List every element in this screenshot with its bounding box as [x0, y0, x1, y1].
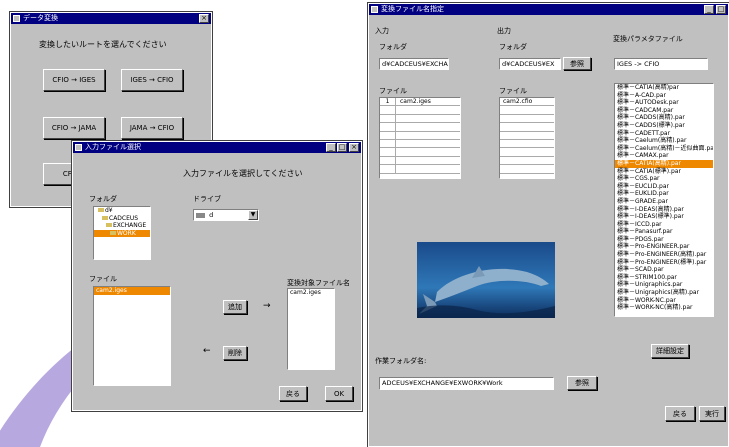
row-filename: cam2.iges — [400, 98, 431, 105]
folder-icon — [98, 208, 104, 212]
output-folder-label: フォルダ — [499, 43, 527, 51]
list-item[interactable]: cam2.iges — [288, 289, 334, 297]
minimize-button[interactable]: _ — [704, 5, 714, 14]
input-file-prompt: 入力ファイルを選択してください — [183, 169, 303, 178]
file-list[interactable]: cam2.iges — [93, 286, 171, 386]
chevron-down-icon[interactable]: ▼ — [248, 210, 258, 220]
param-list-item[interactable]: 標準－Panasurf.par — [615, 228, 713, 236]
folder-item-selected[interactable]: WORK — [94, 229, 150, 238]
input-folder-label: フォルダ — [379, 43, 407, 51]
detail-settings-button[interactable]: 詳細設定 — [651, 344, 689, 358]
window-icon — [13, 15, 20, 22]
maximize-button[interactable]: □ — [716, 5, 726, 14]
folder-item[interactable]: EXCHANGE — [94, 222, 150, 230]
row-number: 1 — [380, 98, 396, 106]
param-list-item[interactable]: 標準－CAMAX.par — [615, 152, 713, 160]
close-button[interactable]: × — [349, 143, 359, 152]
param-list-item[interactable]: 標準－Pro-ENGINEER(高精).par — [615, 251, 713, 259]
folder-label: フォルダ — [89, 195, 117, 203]
route-prompt: 変換したいルートを選んでください — [39, 40, 167, 49]
input-file-grid[interactable]: 1 cam2.iges — [379, 97, 461, 179]
output-file-grid[interactable]: cam2.cfio — [499, 97, 555, 179]
folder-tree[interactable]: d¥ CADCEUS EXCHANGE WORK — [93, 206, 151, 260]
row-filename: cam2.cfio — [503, 98, 533, 105]
drive-label: ドライブ — [193, 195, 221, 203]
drive-select[interactable]: d ▼ — [193, 209, 259, 221]
work-folder-label: 作業フォルダ名: — [375, 357, 427, 365]
param-list-item[interactable]: 標準－Unigraphics(高精).par — [615, 289, 713, 297]
target-file-label: 変換対象ファイル名 — [287, 279, 350, 287]
folder-item[interactable]: d¥ — [94, 207, 150, 215]
window-title: データ変換 — [23, 14, 58, 22]
ok-button[interactable]: OK — [325, 386, 353, 401]
param-file-label: 変換パラメタファイル — [613, 35, 683, 43]
drive-value: d — [209, 211, 214, 219]
param-list-item[interactable]: 標準－AUTODesk.par — [615, 99, 713, 107]
list-item[interactable]: cam2.iges — [94, 287, 170, 295]
param-list-item[interactable]: 標準－EUKLID.par — [615, 190, 713, 198]
param-list-item[interactable]: 標準－CADDS(高精).par — [615, 114, 713, 122]
folder-icon — [106, 223, 112, 228]
work-folder-ref-button[interactable]: 参照 — [567, 376, 597, 390]
iges-to-cfio-button[interactable]: IGES → CFIO — [121, 69, 183, 91]
param-list-item[interactable]: 標準－SCAD.par — [615, 266, 713, 274]
drive-icon — [196, 213, 205, 218]
param-list-item[interactable]: 標準－Pro-ENGINEER.par — [615, 243, 713, 251]
minimize-button[interactable]: _ — [326, 143, 336, 152]
param-list-item[interactable]: 標準－CATIA(標準).par — [615, 168, 713, 176]
param-list-item[interactable]: 標準－I-DEAS(標準).par — [615, 213, 713, 221]
param-list-item[interactable]: 標準－CATIA(高精).par — [615, 159, 713, 168]
conversion-filename-window: 変換ファイル名指定 _ □ 入力 出力 変換パラメタファイル フォルダ d¥CA… — [367, 2, 729, 447]
back-button[interactable]: 戻る — [665, 406, 695, 421]
param-list-item[interactable]: 標準－CATIA(高精)par — [615, 84, 713, 92]
data-conversion-titlebar: データ変換 × — [11, 13, 211, 24]
table-row[interactable]: cam2.cfio — [500, 98, 554, 107]
param-list-item[interactable]: 標準－Unigraphics.par — [615, 281, 713, 289]
arrow-right-icon: → — [263, 301, 271, 311]
param-file-list[interactable]: 標準－CATIA(高精)par 標準－A-CAD.par 標準－AUTODesk.p… — [614, 83, 714, 317]
remove-button[interactable]: 削除 — [223, 346, 247, 360]
param-list-item[interactable]: 標準－GRADE.par — [615, 198, 713, 206]
cfio-to-iges-button[interactable]: CFIO → IGES — [43, 69, 105, 91]
folder-icon — [102, 215, 108, 220]
folder-icon — [110, 230, 116, 235]
output-ref-button[interactable]: 参照 — [563, 57, 591, 70]
param-list-item[interactable]: 標準－I-DEAS(高精).par — [615, 206, 713, 214]
maximize-button[interactable]: □ — [337, 143, 347, 152]
window-icon — [371, 6, 378, 13]
run-button[interactable]: 実行 — [699, 406, 725, 421]
table-row[interactable]: 1 cam2.iges — [380, 98, 460, 107]
input-file-label: ファイル — [379, 87, 407, 95]
add-button[interactable]: 追加 — [223, 300, 247, 314]
window-title: 入力ファイル選択 — [85, 143, 141, 151]
input-file-select-titlebar: 入力ファイル選択 _ □ × — [73, 142, 361, 153]
output-folder-field[interactable]: d¥CADCEUS¥EX — [499, 58, 561, 70]
input-file-select-window: 入力ファイル選択 _ □ × 入力ファイルを選択してください フォルダ ドライブ… — [71, 140, 363, 412]
back-button[interactable]: 戻る — [279, 386, 307, 401]
input-section-label: 入力 — [375, 27, 389, 35]
work-folder-field[interactable]: ADCEUS¥EXCHANGE¥EXWORK¥Work — [379, 377, 554, 390]
target-file-list[interactable]: cam2.iges — [287, 288, 335, 370]
param-list-item[interactable]: 標準－WORK-NC(高精).par — [615, 304, 713, 312]
param-conversion-field[interactable]: IGES -> CFIO — [614, 58, 708, 70]
close-button[interactable]: × — [199, 14, 209, 23]
output-file-label: ファイル — [499, 87, 527, 95]
param-list-item[interactable]: 標準－CADDS(標準).par — [615, 122, 713, 130]
param-list-item[interactable]: 標準－Caelum(高精).par — [615, 137, 713, 145]
input-folder-field[interactable]: d¥CADCEUS¥EXCHA — [379, 58, 449, 70]
param-list-item[interactable]: 標準－CGS.par — [615, 175, 713, 183]
output-section-label: 出力 — [497, 27, 511, 35]
dolphin-image — [417, 242, 555, 318]
folder-item[interactable]: CADCEUS — [94, 215, 150, 223]
file-label: ファイル — [89, 275, 117, 283]
jama-to-cfio-button[interactable]: JAMA → CFIO — [121, 117, 183, 139]
conversion-filename-titlebar: 変換ファイル名指定 _ □ — [369, 4, 728, 15]
cfio-to-jama-button[interactable]: CFIO → JAMA — [43, 117, 105, 139]
window-icon — [75, 144, 82, 151]
arrow-left-icon: ← — [203, 346, 211, 356]
window-title: 変換ファイル名指定 — [381, 5, 444, 13]
